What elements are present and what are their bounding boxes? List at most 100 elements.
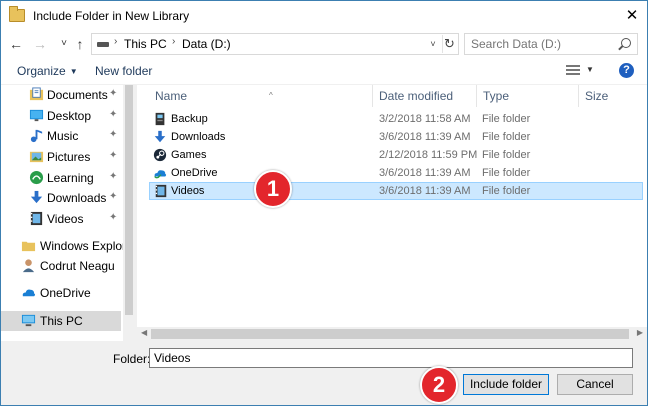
file-name: Videos: [171, 185, 205, 197]
chevron-down-icon[interactable]: ˅: [426, 36, 440, 52]
table-row[interactable]: OneDrive 3/6/2018 11:39 AM File folder: [149, 165, 643, 183]
address-row: ← → ˅ ↑ › This PC › Data (D:) ˅ ↻: [1, 31, 647, 57]
learning-icon: [29, 170, 44, 185]
pin-icon[interactable]: ✦: [109, 212, 117, 223]
sidebar-item-label: Downloads: [47, 191, 107, 205]
caret-down-icon: ▼: [69, 67, 78, 76]
file-type: File folder: [482, 167, 531, 179]
organize-button[interactable]: Organize ▼: [17, 64, 78, 78]
search-input[interactable]: [465, 34, 615, 54]
refresh-icon[interactable]: ↻: [442, 35, 456, 53]
search-icon[interactable]: [621, 38, 631, 48]
sidebar-item-label: OneDrive: [40, 286, 91, 300]
videos-folder-icon: [155, 184, 167, 198]
file-name: Downloads: [171, 131, 226, 143]
breadcrumb-data-drive[interactable]: Data (D:): [182, 37, 231, 51]
column-header-name[interactable]: Name ^: [149, 85, 373, 107]
file-date: 2/12/2018 11:59 PM: [379, 149, 478, 161]
pc-icon: [21, 314, 36, 327]
column-header-date-modified[interactable]: Date modified: [373, 85, 477, 107]
drive-icon: [97, 42, 109, 47]
pin-icon[interactable]: ✦: [109, 150, 117, 161]
cancel-button[interactable]: Cancel: [557, 374, 633, 395]
folder-input[interactable]: [149, 348, 633, 368]
sidebar-item-music[interactable]: Music ✦: [1, 126, 123, 146]
sidebar-item-label: Documents: [47, 88, 108, 102]
file-date: 3/6/2018 11:39 AM: [379, 185, 471, 197]
sidebar-item-documents[interactable]: Documents ✦: [1, 85, 123, 105]
backup-folder-icon: [155, 112, 165, 126]
table-row[interactable]: Backup 3/2/2018 11:58 AM File folder: [149, 111, 643, 129]
scroll-left-icon[interactable]: ◀: [141, 328, 147, 337]
music-icon: [30, 129, 43, 143]
downloads-folder-icon: [154, 130, 166, 143]
breadcrumb-this-pc[interactable]: This PC: [124, 37, 167, 51]
sidebar-item-learning[interactable]: Learning ✦: [1, 168, 123, 188]
folder-icon: [21, 241, 36, 252]
sidebar-item-label: This PC: [40, 314, 83, 328]
address-bar[interactable]: › This PC › Data (D:) ˅ ↻: [91, 33, 459, 55]
table-row[interactable]: Games 2/12/2018 11:59 PM File folder: [149, 147, 643, 165]
up-button[interactable]: ↑: [71, 34, 89, 54]
back-button[interactable]: ←: [7, 34, 25, 54]
sort-ascending-icon: ^: [269, 91, 273, 100]
pin-icon[interactable]: ✦: [109, 129, 117, 140]
view-options-icon[interactable]: [566, 65, 580, 76]
videos-icon: [30, 211, 43, 226]
file-type: File folder: [482, 149, 531, 161]
window-title: Include Folder in New Library: [33, 9, 190, 23]
folder-label: Folder:: [113, 352, 151, 366]
sidebar-item-user[interactable]: Codrut Neagu: [1, 256, 123, 276]
breadcrumb-separator[interactable]: ›: [114, 36, 117, 47]
table-row[interactable]: Downloads 3/6/2018 11:39 AM File folder: [149, 129, 643, 147]
sidebar-item-label: Videos: [47, 212, 84, 226]
command-bar: Organize ▼ New folder ▼ ?: [1, 57, 647, 85]
file-date: 3/2/2018 11:58 AM: [379, 113, 471, 125]
file-date: 3/6/2018 11:39 AM: [379, 167, 471, 179]
sidebar-item-videos[interactable]: Videos ✦: [1, 209, 123, 229]
pin-icon[interactable]: ✦: [109, 191, 117, 202]
forward-button[interactable]: →: [31, 34, 49, 54]
file-type: File folder: [482, 185, 531, 197]
steam-folder-icon: [153, 148, 167, 162]
user-icon: [22, 259, 35, 273]
sidebar-item-label: Pictures: [47, 150, 91, 164]
horizontal-scrollbar[interactable]: ◀ ▶: [137, 327, 647, 341]
search-box[interactable]: [464, 33, 638, 55]
onedrive-folder-icon: [154, 170, 167, 179]
file-list[interactable]: Name ^ Date modified Type Size Backup 3/…: [137, 85, 647, 341]
file-name: Games: [171, 149, 207, 161]
sidebar-item-pictures[interactable]: Pictures ✦: [1, 147, 123, 167]
sidebar-item-label: Music: [47, 129, 79, 143]
include-folder-button[interactable]: Include folder: [463, 374, 549, 395]
table-row-selected[interactable]: Videos 3/6/2018 11:39 AM File folder: [149, 182, 643, 200]
scrollbar-thumb[interactable]: [151, 329, 629, 339]
file-date: 3/6/2018 11:39 AM: [379, 131, 471, 143]
downloads-icon: [30, 190, 43, 204]
close-button[interactable]: ✕: [617, 1, 647, 31]
title-bar[interactable]: Include Folder in New Library ✕: [1, 1, 647, 31]
pin-icon[interactable]: ✦: [109, 109, 117, 120]
help-icon[interactable]: ?: [619, 63, 634, 78]
sidebar-item-onedrive[interactable]: OneDrive: [1, 283, 123, 303]
onedrive-icon: [22, 289, 36, 297]
sidebar-item-downloads[interactable]: Downloads ✦: [1, 188, 123, 208]
navigation-scrollbar[interactable]: [123, 85, 135, 341]
caret-down-icon[interactable]: ▼: [586, 65, 594, 74]
sidebar-item-label: Desktop: [47, 109, 92, 123]
column-header-size[interactable]: Size: [579, 85, 643, 107]
file-name: OneDrive: [171, 167, 218, 179]
scroll-right-icon[interactable]: ▶: [637, 328, 643, 337]
sidebar-item-windows-explorer[interactable]: Windows Explorer: [1, 236, 135, 256]
pin-icon[interactable]: ✦: [109, 171, 117, 182]
breadcrumb-separator[interactable]: ›: [172, 36, 175, 47]
sidebar-item-desktop[interactable]: Desktop ✦: [1, 106, 123, 126]
new-folder-button[interactable]: New folder: [95, 64, 152, 78]
column-header-type[interactable]: Type: [477, 85, 579, 107]
scrollbar-thumb[interactable]: [125, 85, 133, 315]
documents-icon: [29, 87, 44, 101]
navigation-pane[interactable]: Documents ✦ Desktop ✦ Music ✦ Pictures ✦…: [1, 85, 135, 341]
pin-icon[interactable]: ✦: [109, 88, 117, 99]
desktop-icon: [29, 109, 44, 122]
sidebar-item-this-pc[interactable]: This PC: [1, 311, 121, 331]
